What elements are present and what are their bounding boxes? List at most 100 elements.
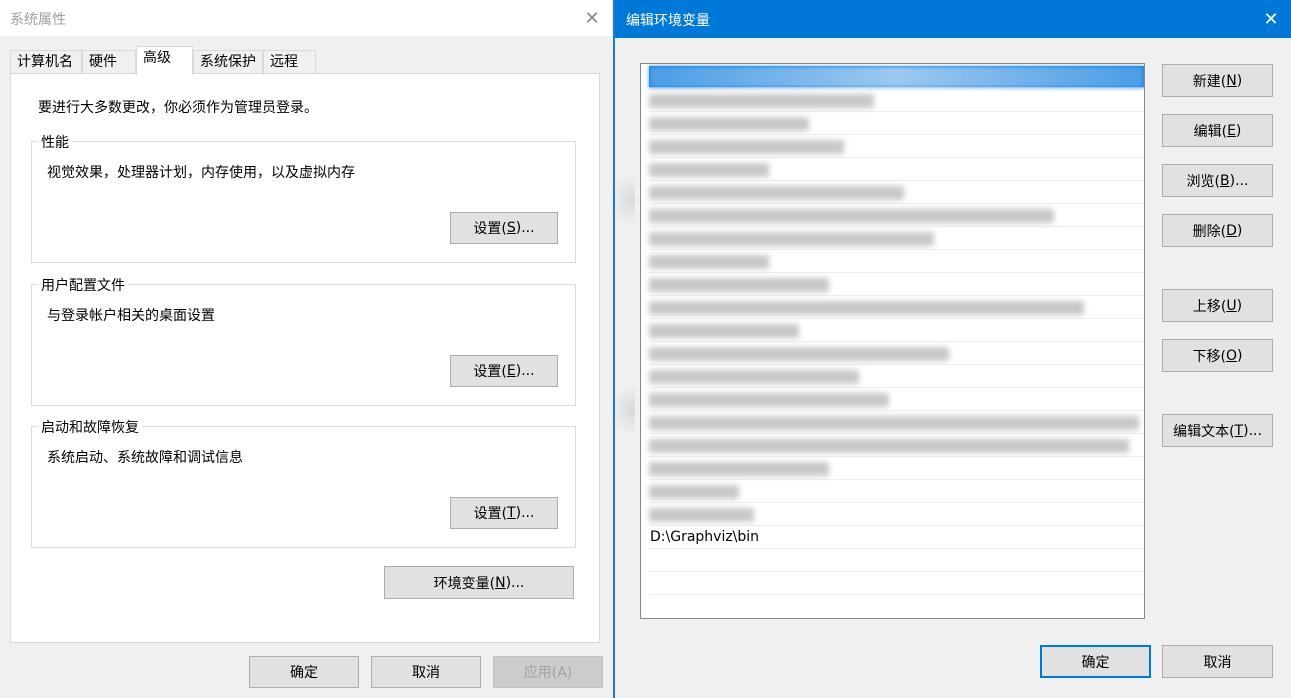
list-item[interactable]	[649, 319, 1144, 342]
redacted-entry	[649, 370, 859, 384]
accelerator-key: N	[495, 574, 506, 591]
button-text-tail: )	[1236, 222, 1243, 239]
accelerator-key: B	[1220, 172, 1230, 189]
close-icon[interactable]: ✕	[578, 4, 606, 32]
button-text-tail: )...	[515, 363, 535, 379]
redacted-entry	[649, 140, 844, 154]
move-up-button[interactable]: 上移(U)	[1162, 289, 1273, 322]
list-item[interactable]	[649, 250, 1144, 273]
cancel-button[interactable]: 取消	[1162, 645, 1273, 678]
list-item[interactable]	[649, 480, 1144, 503]
startup-recovery-settings-button[interactable]: 设置(T)...	[450, 497, 558, 529]
tab-system-protection[interactable]: 系统保护	[193, 50, 263, 74]
list-item[interactable]	[649, 112, 1144, 135]
redacted-entry	[649, 416, 1139, 430]
accelerator-key: O	[1225, 347, 1238, 364]
redacted-entry	[649, 462, 829, 476]
redacted-entry	[649, 439, 1129, 453]
user-profiles-desc: 与登录帐户相关的桌面设置	[47, 308, 215, 324]
ok-button[interactable]: 确定	[249, 656, 359, 688]
tab-hardware[interactable]: 硬件	[82, 50, 136, 74]
startup-recovery-desc: 系统启动、系统故障和调试信息	[47, 450, 243, 466]
redacted-entry	[649, 301, 1084, 315]
list-item-selected[interactable]	[649, 66, 1144, 88]
system-properties-window: 系统属性 ✕ 计算机名 硬件 高级 系统保护 远程 要进行大多数更改，你必须作为…	[0, 0, 612, 698]
accelerator-key: N	[1226, 72, 1237, 89]
list-item[interactable]	[649, 434, 1144, 457]
accelerator-key: S	[506, 220, 516, 236]
accelerator-key: T	[507, 505, 516, 521]
button-text: 设置(	[473, 364, 507, 380]
button-text-tail: )...	[515, 220, 535, 236]
list-item[interactable]	[649, 365, 1144, 388]
list-item[interactable]	[649, 342, 1144, 365]
list-item[interactable]	[649, 503, 1144, 526]
list-item[interactable]	[649, 273, 1144, 296]
redacted-entry	[649, 324, 799, 338]
accelerator-key: U	[1226, 297, 1237, 314]
ok-button[interactable]: 确定	[1040, 645, 1151, 678]
list-item[interactable]: D:\Graphviz\bin	[649, 526, 1144, 549]
performance-label: 性能	[38, 132, 72, 152]
button-text: 删除(	[1192, 223, 1227, 240]
advanced-tab-panel: 要进行大多数更改，你必须作为管理员登录。 性能 视觉效果，处理器计划，内存使用，…	[10, 73, 600, 643]
delete-button[interactable]: 删除(D)	[1162, 214, 1273, 247]
user-profiles-group: 用户配置文件 与登录帐户相关的桌面设置 设置(E)...	[31, 275, 576, 406]
button-text: 上移(	[1192, 298, 1227, 315]
accelerator-key: E	[1227, 122, 1236, 139]
edit-env-titlebar: 编辑环境变量 ✕	[615, 0, 1291, 38]
list-item[interactable]	[649, 158, 1144, 181]
list-item[interactable]	[649, 411, 1144, 434]
redacted-entry	[649, 508, 754, 522]
list-item[interactable]	[649, 135, 1144, 158]
redacted-entry	[649, 163, 769, 177]
tab-computer-name[interactable]: 计算机名	[10, 50, 82, 74]
path-entries-list[interactable]: D:\Graphviz\bin	[640, 63, 1145, 619]
list-item[interactable]	[649, 204, 1144, 227]
list-item[interactable]	[649, 388, 1144, 411]
list-item[interactable]	[649, 227, 1144, 250]
cancel-button[interactable]: 取消	[371, 656, 481, 688]
browse-button[interactable]: 浏览(B)...	[1162, 164, 1273, 197]
performance-group: 性能 视觉效果，处理器计划，内存使用，以及虚拟内存 设置(S)...	[31, 132, 576, 263]
button-text: 环境变量(	[433, 575, 496, 592]
new-button[interactable]: 新建(N)	[1162, 64, 1273, 97]
accelerator-key: T	[1234, 422, 1244, 439]
shadow-artifact	[615, 170, 635, 230]
list-item[interactable]	[649, 181, 1144, 204]
startup-recovery-label: 启动和故障恢复	[38, 417, 142, 437]
button-text: 下移(	[1192, 348, 1226, 365]
tab-advanced[interactable]: 高级	[136, 46, 193, 75]
redacted-entry	[649, 186, 904, 200]
close-icon[interactable]: ✕	[1257, 5, 1285, 33]
button-text-tail: )	[1236, 72, 1243, 89]
edit-button[interactable]: 编辑(E)	[1162, 114, 1273, 147]
environment-variables-button[interactable]: 环境变量(N)...	[384, 566, 574, 599]
button-text: 编辑文本(	[1173, 423, 1235, 440]
performance-desc: 视觉效果，处理器计划，内存使用，以及虚拟内存	[47, 165, 355, 181]
window-title: 系统属性	[10, 12, 66, 28]
button-text-tail: )	[1236, 297, 1243, 314]
edit-text-button[interactable]: 编辑文本(T)...	[1162, 414, 1273, 447]
button-text: 新建(	[1192, 73, 1227, 90]
accelerator-key: E	[506, 363, 516, 379]
redacted-entry	[649, 94, 874, 108]
system-properties-titlebar: 系统属性 ✕	[0, 0, 612, 36]
button-text: 编辑(	[1193, 123, 1228, 140]
admin-note: 要进行大多数更改，你必须作为管理员登录。	[38, 100, 318, 116]
move-down-button[interactable]: 下移(O)	[1162, 339, 1273, 372]
performance-settings-button[interactable]: 设置(S)...	[450, 212, 558, 244]
user-profiles-settings-button[interactable]: 设置(E)...	[450, 355, 558, 387]
redacted-entry	[649, 66, 1144, 88]
list-item[interactable]	[649, 89, 1144, 112]
list-item[interactable]	[649, 296, 1144, 319]
apply-button[interactable]: 应用(A)	[493, 656, 603, 688]
tab-remote[interactable]: 远程	[263, 50, 316, 74]
list-item[interactable]	[649, 457, 1144, 480]
list-item-empty[interactable]	[649, 549, 1144, 572]
button-text-tail: )	[1237, 347, 1243, 364]
button-text-tail: )...	[1243, 422, 1262, 439]
redacted-entry	[649, 485, 739, 499]
shadow-artifact	[615, 380, 635, 440]
list-item-empty[interactable]	[649, 572, 1144, 595]
